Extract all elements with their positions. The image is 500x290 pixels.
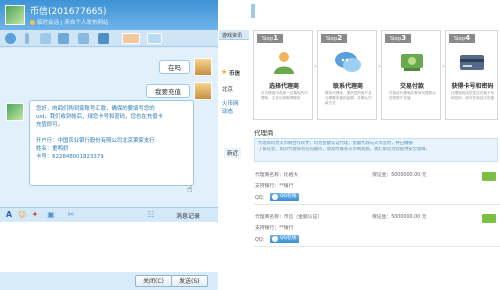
voice-call-icon[interactable] — [25, 33, 29, 44]
agent-deposit: 保证金：5000000.00 元 — [372, 215, 427, 220]
screen: 币信(201677665) 临时会话 | 来自个人发布网站 在吗 我要充值 您好… — [0, 0, 500, 290]
agent-qq-label: QQ： — [255, 238, 268, 243]
background-tab[interactable]: 游戏资讯 — [222, 32, 242, 39]
transfer-file-icon[interactable] — [58, 33, 69, 44]
step-badge: Step4 — [449, 34, 475, 43]
chat-window: 币信(201677665) 临时会话 | 来自个人发布网站 在吗 我要充值 您好… — [0, 0, 218, 290]
background-entry-line: 动态 — [222, 109, 234, 115]
history-icon[interactable]: ☷ — [146, 210, 156, 220]
step-description: 付款给代理商并等待代理商为您的账户充值 — [389, 91, 436, 100]
step-description: 代理商将给您发送充值卡号和密码，即可在网站中充值 — [451, 91, 495, 100]
self-avatar — [194, 58, 212, 76]
agent-name: 代理商名称：币信（金额认证） — [255, 215, 323, 220]
message-line: uid，我们收到帐后，绿您卡号和密码，您也在充值卡 — [36, 114, 163, 120]
contact-agent-button[interactable] — [482, 214, 496, 223]
status-dot-icon — [30, 20, 35, 25]
screenshot-icon[interactable]: ✂ — [66, 210, 76, 220]
agent-row: 代理商名称：币信（金额认证） 保证金：5000000.00 元 支持银行：**银… — [254, 209, 500, 247]
contact-name: 币信(201677665) — [30, 7, 107, 17]
message-line: 卡号：622848001823379 — [36, 154, 104, 160]
remote-assist-icon[interactable] — [40, 33, 51, 44]
mouse-cursor-icon: ☝ — [187, 185, 193, 195]
star-icon: ★ — [221, 68, 228, 76]
step-card: Step3 交易付款 付款给代理商并等待代理商为您的账户充值 — [381, 30, 441, 120]
incoming-message: 您好，肉鸽们购到家账号汇款，确保的要填写您的 uid，我们收到帐后，绿您卡号和密… — [29, 100, 194, 186]
create-group-icon[interactable] — [78, 33, 89, 44]
agent-qq-label: QQ： — [255, 196, 268, 201]
background-entry-line: 北京 — [222, 87, 234, 93]
card-icon — [460, 55, 484, 70]
background-entry-name: 币信 — [229, 71, 241, 77]
chat-toolbar — [0, 30, 218, 47]
message-line: 开户行：中国农业银行股份有限公司北京萧家支行 — [36, 138, 155, 144]
message-history-button[interactable]: 消息记录 — [176, 211, 200, 220]
chat-bubble-icon — [335, 52, 361, 72]
step-title: 选择代理商 — [268, 83, 299, 90]
image-icon[interactable]: ▣ — [46, 210, 56, 220]
notice-line: 了保证金，如对代理商有任何疑问，请及时联系火币网客服，我们承诺为您提供安全保障。 — [258, 147, 430, 152]
agents-section-title: 代理商 — [254, 129, 274, 137]
chat-footer: 关闭(C) 发送(S) — [0, 272, 218, 290]
contact-card-icon[interactable] — [122, 33, 140, 44]
money-icon — [401, 54, 423, 71]
contact-avatar[interactable] — [5, 5, 25, 25]
step-badge: Step1 — [257, 34, 283, 43]
compose-toolbar: A ☺ ✦ ▣ ✂ ☷ 消息记录 — [0, 207, 218, 221]
background-link[interactable]: 新近 — [224, 148, 242, 158]
step-title: 交易付款 — [399, 83, 424, 90]
agents-notice: 代理商均为火币网合作伙伴，均为金额认证代理，金额代理与火币签约，并已缴纳 了保证… — [254, 138, 498, 162]
contact-avatar-incoming — [6, 103, 24, 121]
self-avatar — [194, 82, 212, 100]
message-line: 充值即可。 — [36, 122, 63, 128]
contact-subtitle: 临时会话 | 来自个人发布网站 — [30, 18, 108, 26]
step-description: 联系代理商，提供您的用户名与需要充值的金额，并确认付款方式 — [325, 91, 372, 105]
qq-online-button[interactable]: QQ在线 — [270, 235, 300, 243]
emoji-icon[interactable]: ☺ — [17, 210, 27, 220]
agent-row: 代理商名称：比格大 保证金：5000000.00 元 支持银行：**银行 QQ：… — [254, 167, 500, 205]
page-scroll-handle[interactable] — [251, 4, 255, 18]
agent-deposit: 保证金：5000000.00 元 — [372, 173, 427, 178]
message-history: 在吗 我要充值 您好，肉鸽们购到家账号汇款，确保的要填写您的 uid，我们收到帐… — [0, 48, 218, 208]
recharge-page: Step1 选择代理商 在代理商中选择一位喜欢的代理商，主动与其取得联系 › S… — [249, 0, 500, 290]
message-line: 您好，肉鸽们购到家账号汇款，确保的要填写您的 — [36, 106, 155, 112]
contact-subtitle-text: 临时会话 | 来自个人发布网站 — [37, 20, 109, 26]
agent-bank: 支持银行：**银行 — [255, 226, 294, 231]
shake-icon[interactable]: ✦ — [30, 210, 40, 220]
outgoing-message: 在吗 — [159, 60, 190, 74]
chat-header: 币信(201677665) 临时会话 | 来自个人发布网站 — [0, 0, 218, 30]
person-icon — [274, 52, 294, 74]
step-description: 在代理商中选择一位喜欢的代理商，主动与其取得联系 — [261, 91, 308, 100]
background-entry-line: 火币网 — [222, 101, 239, 107]
message-line: 姓名：童鸭娇 — [36, 146, 69, 152]
background-window: 游戏资讯 ★ 币信 北京 火币网 动态 新近 — [219, 30, 249, 290]
video-call-icon[interactable] — [5, 33, 16, 44]
outgoing-message: 我要充值 — [146, 84, 190, 98]
contact-agent-button[interactable] — [482, 172, 496, 181]
step-card: Step4 获得卡号和密码 代理商将给您发送充值卡号和密码，即可在网站中充值 — [445, 30, 498, 120]
agent-bank: 支持银行：**银行 — [255, 184, 294, 189]
app-icon[interactable] — [98, 33, 109, 44]
font-icon[interactable]: A — [4, 210, 14, 220]
message-line — [36, 129, 187, 137]
step-card: Step1 选择代理商 在代理商中选择一位喜欢的代理商，主动与其取得联系 — [253, 30, 313, 120]
qq-online-button[interactable]: QQ在线 — [270, 193, 300, 201]
close-button[interactable]: 关闭(C) — [135, 275, 172, 287]
message-input[interactable] — [0, 222, 218, 272]
step-title: 获得卡号和密码 — [451, 83, 494, 90]
send-button[interactable]: 发送(S) — [171, 275, 208, 287]
invite-icon[interactable] — [147, 33, 162, 44]
step-card: Step2 联系代理商 联系代理商，提供您的用户名与需要充值的金额，并确认付款方… — [317, 30, 377, 120]
step-badge: Step3 — [385, 34, 411, 43]
step-badge: Step2 — [321, 34, 347, 43]
agent-name: 代理商名称：比格大 — [255, 173, 299, 178]
step-title: 联系代理商 — [332, 83, 363, 90]
